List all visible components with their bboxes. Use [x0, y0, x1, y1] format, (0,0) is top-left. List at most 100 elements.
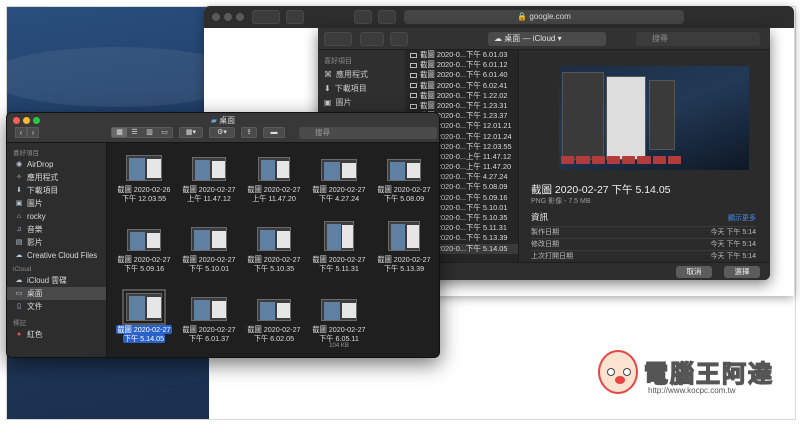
file-item[interactable]: 截圖 2020-02-27 下午 5.13.39 — [373, 221, 435, 277]
action-button[interactable]: ⚙▾ — [209, 127, 235, 138]
info-heading: 資訊 — [531, 212, 549, 222]
shield-icon[interactable] — [354, 10, 372, 24]
sidebar-item[interactable]: ✧ 應用程式 — [7, 171, 106, 184]
icloud-icon: ☁ — [15, 276, 23, 284]
sidebar-item[interactable]: ● 紅色 — [7, 328, 106, 341]
red-tag-icon: ● — [16, 330, 22, 338]
extension-icon[interactable] — [378, 10, 396, 24]
list-item[interactable]: 截圖 2020-0...下午 1.23.31 — [406, 101, 518, 111]
file-item[interactable]: 截圖 2020-02-27 下午 5.09.16 — [113, 221, 175, 277]
column-view-icon[interactable]: ▥ — [142, 128, 157, 137]
back-forward-buttons[interactable]: ‹ › — [15, 127, 39, 138]
finder-toolbar: ▰ 桌面 ‹ › ▦ ☰ ▥ ▭ ▦▾ ⚙▾ ⇪ ▬ 搜尋 — [7, 113, 439, 143]
close-button[interactable] — [212, 13, 220, 21]
list-item[interactable]: 截圖 2020-0...下午 6.01.03 — [406, 50, 518, 60]
file-thumbnail — [127, 229, 161, 251]
preview-kind: PNG 影像 - 7.5 MB — [531, 198, 591, 205]
list-item[interactable]: 截圖 2020-0...下午 6.02.41 — [406, 81, 518, 91]
sidebar-item-downloads[interactable]: ⬇ 下載項目 — [318, 82, 404, 96]
view-mode-control[interactable]: ▦ ☰ ▥ ▭ — [111, 127, 173, 138]
sidebar-item[interactable]: ⌂ rocky — [7, 210, 106, 223]
file-item[interactable]: 截圖 2020-02-27 下午 5.10.01 — [178, 221, 240, 277]
sidebar-heading-tags: 標記 — [13, 320, 26, 327]
sidebar-item-pictures[interactable]: ▣ 圖片 — [318, 96, 404, 110]
search-input[interactable]: 搜尋 — [636, 32, 760, 46]
sidebar-item[interactable]: ☁ iCloud 雲碟 — [7, 274, 106, 287]
file-item[interactable]: 截圖 2020-02-27 上午 11.47.20 — [243, 151, 305, 207]
file-name-line1: 截圖 2020-02-27 — [117, 255, 171, 264]
location-popup[interactable]: ☁ 桌面 — iCloud ▾ — [488, 32, 606, 46]
file-thumbnail — [388, 221, 420, 251]
image-file-icon — [410, 72, 417, 78]
file-name-line2: 上午 11.47.20 — [252, 194, 296, 203]
file-size: 104 KB — [329, 343, 349, 349]
back-forward-buttons[interactable] — [252, 10, 280, 24]
file-item[interactable]: 截圖 2020-02-26 下午 12.03.55 — [113, 151, 175, 207]
file-item[interactable]: 截圖 2020-02-27 上午 11.47.12 — [178, 151, 240, 207]
zoom-button[interactable] — [236, 13, 244, 21]
file-name-line1: 截圖 2020-02-27 — [247, 255, 301, 264]
cancel-button[interactable]: 取消 — [676, 266, 712, 278]
file-item[interactable]: 截圖 2020-02-27 下午 5.10.35 — [243, 221, 305, 277]
list-view-icon[interactable]: ☰ — [127, 128, 142, 137]
share-button[interactable]: ⇪ — [241, 127, 257, 138]
sidebar-item[interactable]: ◉ AirDrop — [7, 158, 106, 171]
sidebar-item[interactable]: ♫ 音樂 — [7, 223, 106, 236]
sidebar-item[interactable]: ▭ 桌面 — [7, 287, 106, 300]
gallery-view-icon[interactable]: ▭ — [157, 128, 172, 137]
choose-button[interactable]: 選擇 — [724, 266, 760, 278]
file-item[interactable]: 截圖 2020-02-27 下午 4.27.24 — [308, 151, 370, 207]
file-item[interactable]: 截圖 2020-02-27 下午 6.05.11 104 KB — [308, 291, 370, 349]
file-grid: 截圖 2020-02-26 下午 12.03.55 截圖 2020-02-27 上午 … — [107, 143, 439, 357]
movies-icon: ▤ — [15, 238, 23, 246]
file-name-line1: 截圖 2020-02-27 — [182, 185, 236, 194]
back-icon[interactable]: ‹ — [15, 127, 27, 138]
sidebar-item[interactable]: ☁ Creative Cloud Files — [7, 249, 106, 262]
sidebar-item[interactable]: ▤ 影片 — [7, 236, 106, 249]
sidebar-button[interactable] — [286, 10, 304, 24]
watermark-logo: 電腦王阿達 http://www.kocpc.com.tw — [598, 350, 788, 410]
view-mode-button[interactable] — [360, 32, 384, 46]
list-item[interactable]: 截圖 2020-0...下午 1.22.02 — [406, 91, 518, 101]
file-name-line2: 下午 5.08.09 — [383, 194, 425, 203]
sidebar-item-applications[interactable]: ⌘ 應用程式 — [318, 68, 404, 82]
pictures-icon: ▣ — [324, 98, 332, 107]
file-thumbnail — [387, 159, 421, 181]
file-name-line1: 截圖 2020-02-27 — [312, 255, 366, 264]
back-forward-buttons[interactable] — [324, 32, 352, 46]
file-item[interactable]: 截圖 2020-02-27 下午 5.11.31 — [308, 221, 370, 277]
list-item[interactable]: 截圖 2020-0...下午 6.01.40 — [406, 70, 518, 80]
address-text: google.com — [529, 12, 571, 21]
show-more-link[interactable]: 顯示更多 — [728, 213, 756, 223]
tag-button[interactable]: ▬ — [263, 127, 285, 138]
sidebar-item[interactable]: ⬇ 下載項目 — [7, 184, 106, 197]
sidebar-item[interactable]: ▯ 文件 — [7, 300, 106, 313]
file-item[interactable]: 截圖 2020-02-27 下午 5.08.09 — [373, 151, 435, 207]
file-item[interactable]: 截圖 2020-02-27 下午 6.01.37 — [178, 291, 240, 347]
sidebar-heading-icloud: iCloud — [13, 266, 32, 273]
search-input[interactable]: 搜尋 — [299, 127, 437, 139]
file-thumbnail — [257, 227, 291, 251]
dialog-toolbar: ☁ 桌面 — iCloud ▾ 搜尋 — [318, 28, 770, 50]
sidebar-item[interactable]: ▣ 圖片 — [7, 197, 106, 210]
list-item[interactable]: 截圖 2020-0...下午 6.01.12 — [406, 60, 518, 70]
icon-view-icon[interactable]: ▦ — [112, 128, 127, 137]
folder-icon: ▰ — [210, 116, 217, 125]
file-item[interactable]: 截圖 2020-02-27 下午 5.14.05 — [113, 289, 175, 347]
preview-image — [559, 66, 749, 170]
file-name-line2: 下午 5.13.39 — [383, 264, 425, 273]
file-thumbnail — [191, 227, 227, 251]
watermark-url: http://www.kocpc.com.tw — [648, 386, 736, 395]
minimize-button[interactable] — [224, 13, 232, 21]
address-bar[interactable]: 🔒 google.com — [404, 10, 684, 24]
group-button[interactable]: ▦▾ — [179, 127, 203, 138]
file-name-line2: 下午 5.10.35 — [253, 264, 295, 273]
forward-icon[interactable]: › — [27, 127, 39, 138]
applications-icon: ⌘ — [324, 70, 332, 79]
download-icon: ⬇ — [16, 186, 22, 194]
new-folder-icon[interactable] — [390, 32, 408, 46]
file-name-line2: 下午 5.14.05 — [122, 334, 166, 343]
file-item[interactable]: 截圖 2020-02-27 下午 6.02.05 — [243, 291, 305, 347]
desktop-icon: ▭ — [15, 289, 23, 297]
image-file-icon — [410, 52, 417, 58]
